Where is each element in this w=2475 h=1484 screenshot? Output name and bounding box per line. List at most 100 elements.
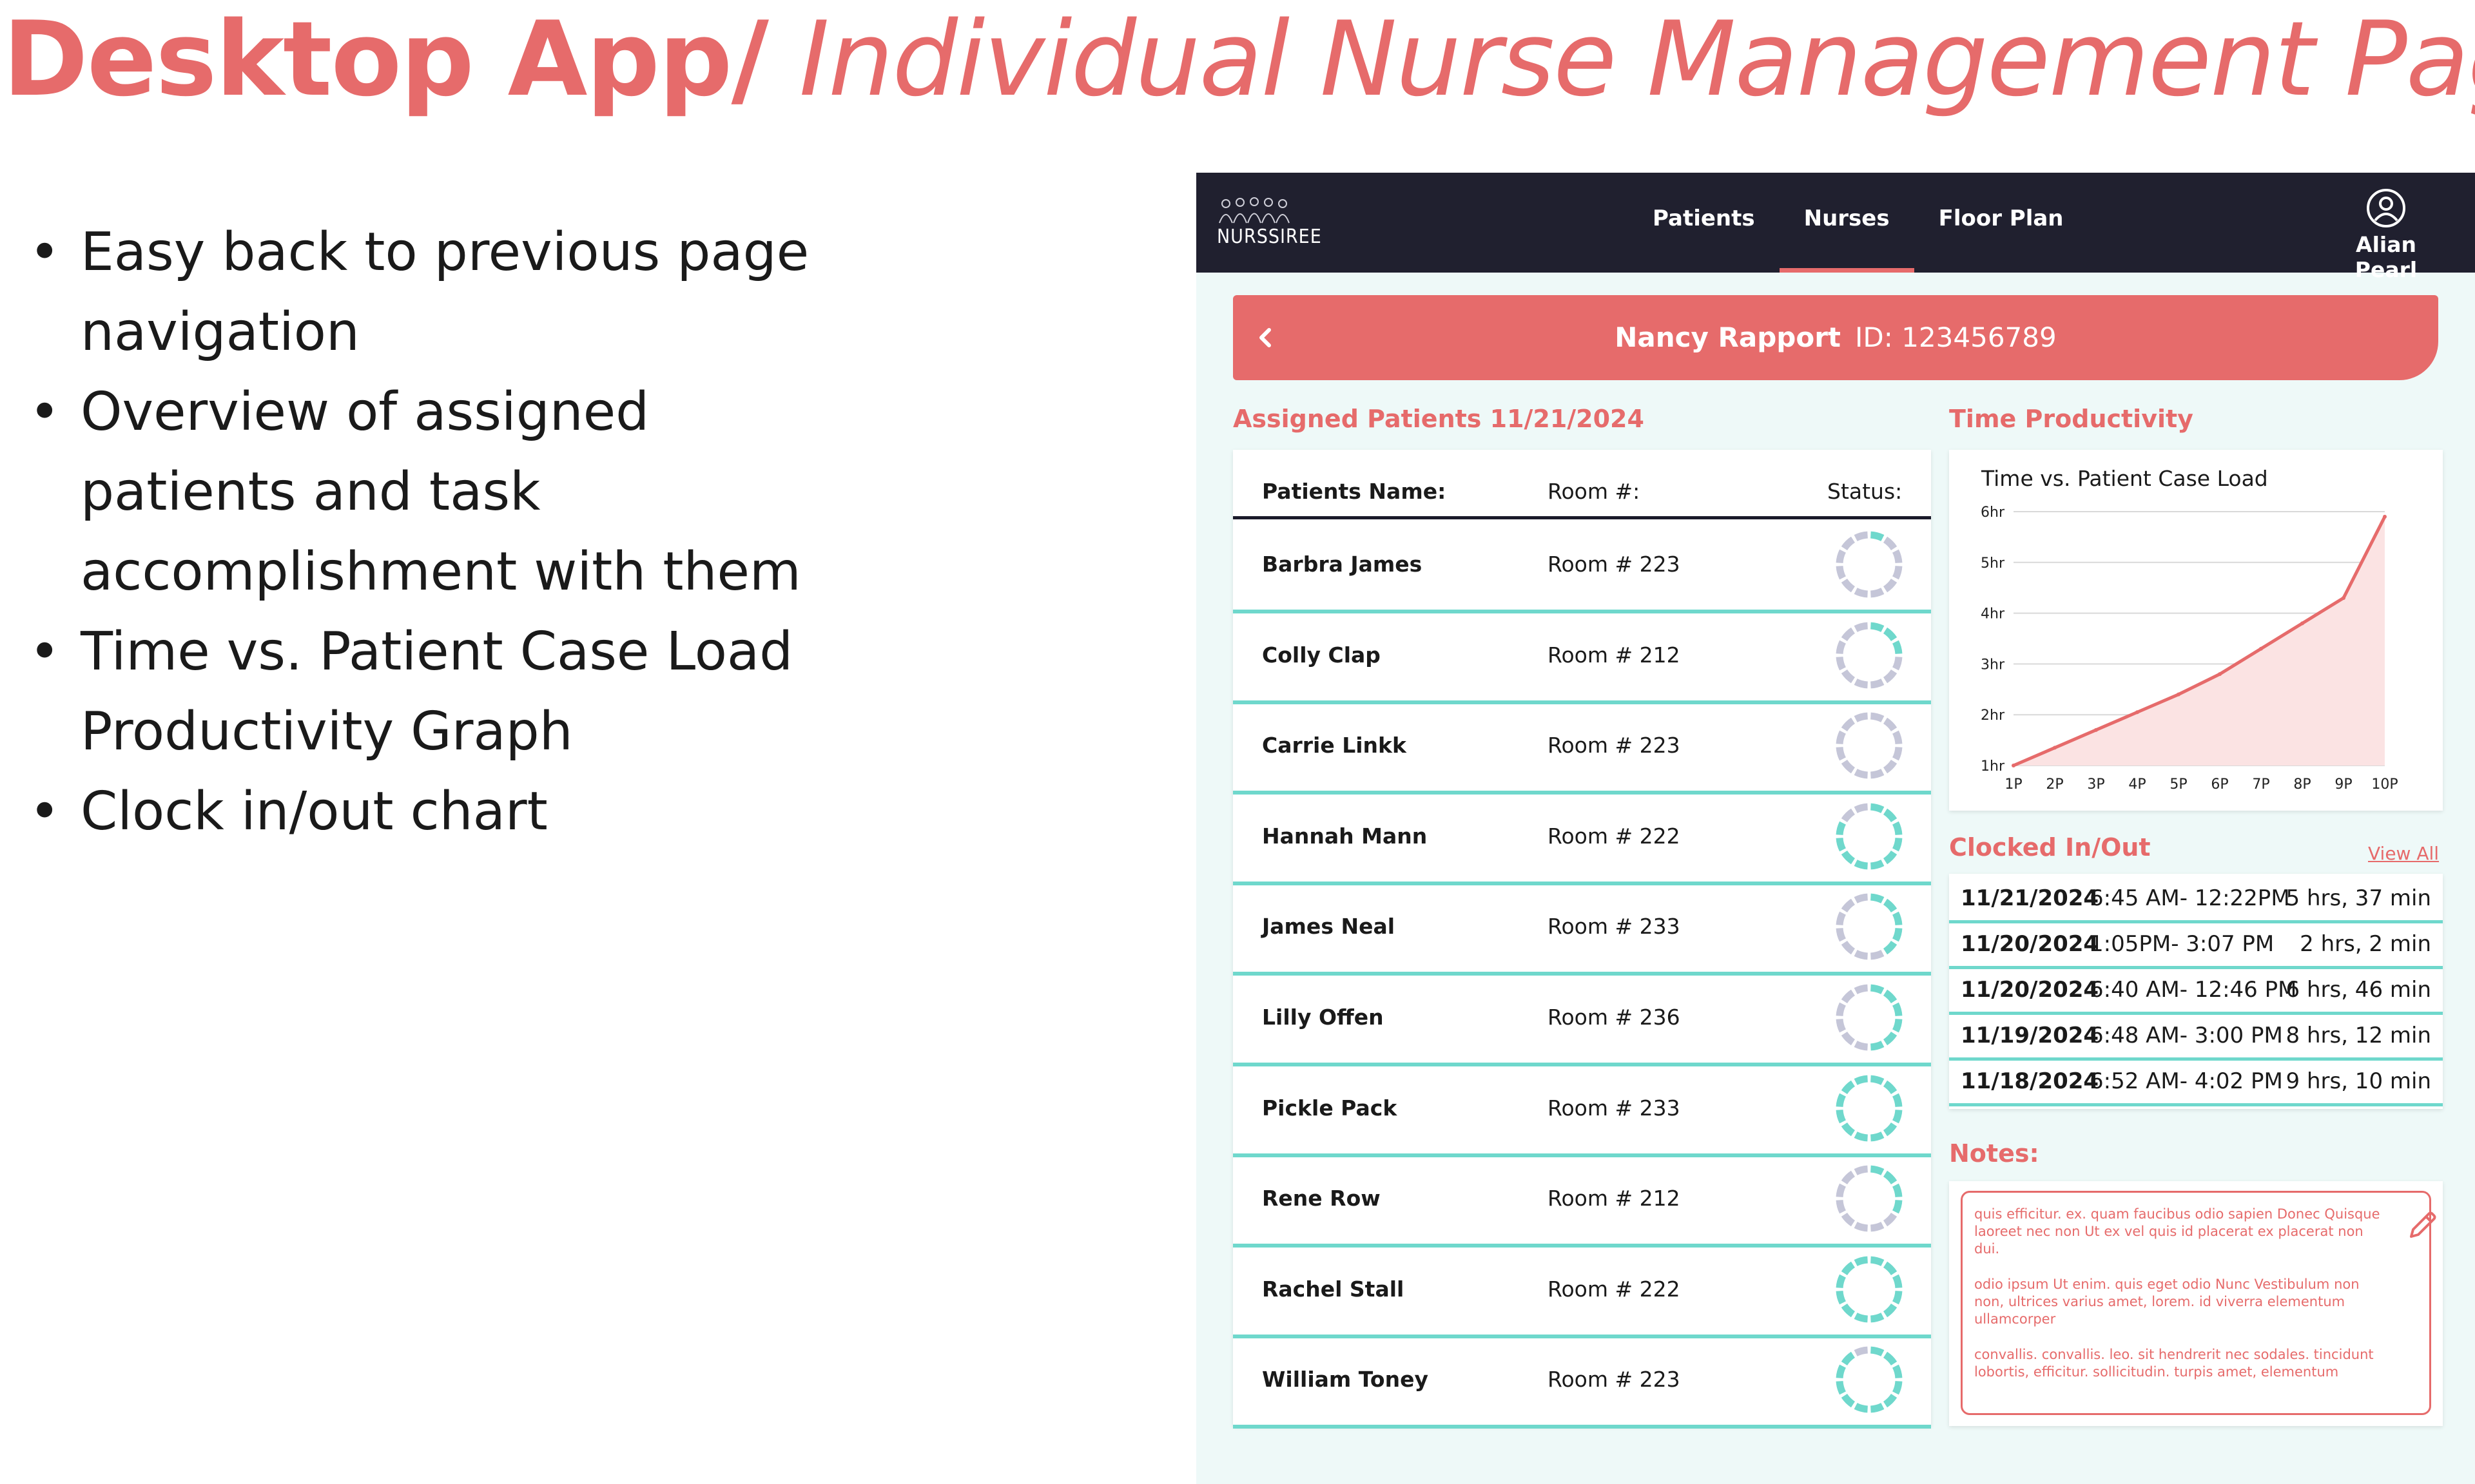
- status-segment: [1883, 1080, 1898, 1094]
- status-segment: [1854, 1165, 1868, 1176]
- pencil-icon[interactable]: [2406, 1208, 2440, 1242]
- nav-tab-floor-plan[interactable]: Floor Plan: [1914, 173, 2088, 273]
- y-tick-label: 3hr: [1981, 657, 2005, 673]
- status-segment: [1854, 1131, 1868, 1142]
- status-progress-ring: [1836, 1256, 1903, 1323]
- status-segment: [1883, 899, 1898, 913]
- status-segment: [1870, 950, 1885, 960]
- nav-tab-nurses[interactable]: Nurses: [1779, 173, 1914, 273]
- bullet-dot: •: [29, 781, 61, 842]
- patient-row[interactable]: Lilly Offen Room # 236: [1233, 972, 1931, 1066]
- status-segment: [1870, 678, 1885, 689]
- status-segment: [1836, 1002, 1847, 1017]
- status-segment: [1892, 1274, 1903, 1288]
- header-room: Room #:: [1548, 479, 1640, 504]
- view-all-link[interactable]: View All: [2368, 843, 2439, 864]
- status-segment: [1883, 808, 1898, 822]
- x-tick-label: 2P: [2046, 776, 2063, 793]
- patient-row[interactable]: Rachel Stall Room # 222: [1233, 1244, 1931, 1338]
- status-segment: [1870, 1403, 1885, 1413]
- status-segment: [1883, 1261, 1898, 1275]
- status-segment: [1854, 1256, 1868, 1266]
- status-segment: [1836, 928, 1847, 942]
- status-segment: [1836, 565, 1847, 580]
- nurse-identity: Nancy Rapport ID: 123456789: [1233, 295, 2438, 380]
- bullet-text: Overview of assigned patients and task a…: [81, 381, 801, 602]
- patient-name: Rachel Stall: [1262, 1276, 1404, 1302]
- status-segment: [1892, 1290, 1903, 1305]
- status-segment: [1841, 1261, 1856, 1275]
- status-segment: [1883, 1352, 1898, 1366]
- area-fill: [2014, 516, 2385, 766]
- status-segment: [1892, 1365, 1903, 1379]
- patient-row[interactable]: Barbra James Room # 223: [1233, 519, 1931, 613]
- patient-row[interactable]: Colly Clap Room # 212: [1233, 610, 1931, 704]
- nav-tab-patients[interactable]: Patients: [1628, 173, 1780, 273]
- bullet-item: • Overview of assigned patients and task …: [29, 372, 867, 612]
- patient-room: Room # 222: [1548, 823, 1680, 849]
- status-segment: [1870, 803, 1885, 813]
- status-segment: [1892, 1093, 1903, 1107]
- patient-row[interactable]: Hannah Mann Room # 222: [1233, 791, 1931, 885]
- status-segment: [1836, 821, 1847, 835]
- status-segment: [1883, 1394, 1898, 1408]
- notes-card: quis efficitur. ex. quam faucibus odio s…: [1949, 1181, 2443, 1426]
- x-tick-label: 4P: [2128, 776, 2146, 793]
- status-segment: [1883, 989, 1898, 1004]
- clock-time-range: 6:40 AM- 12:46 PM: [2090, 977, 2297, 1003]
- clock-time-range: 6:48 AM- 3:00 PM: [2090, 1023, 2283, 1048]
- notes-paragraph: convallis. convallis. leo. sit hendrerit…: [1974, 1347, 2374, 1380]
- clock-row: 11/18/2024 6:52 AM- 4:02 PM 9 hrs, 10 min: [1949, 1059, 2443, 1106]
- bullet-dot: •: [29, 621, 61, 682]
- patient-name: James Neal: [1262, 914, 1395, 940]
- status-progress-ring: [1836, 1165, 1903, 1232]
- table-header: Patients Name: Room #: Status:: [1233, 450, 1931, 519]
- status-segment: [1841, 1122, 1856, 1136]
- status-segment: [1836, 837, 1847, 852]
- bullet-text: Clock in/out chart: [81, 781, 548, 842]
- patient-name: Pickle Pack: [1262, 1095, 1397, 1121]
- clock-date: 11/18/2024: [1961, 1068, 2099, 1094]
- status-segment: [1883, 1213, 1898, 1227]
- patient-name: Colly Clap: [1262, 642, 1381, 668]
- patient-room: Room # 212: [1548, 1186, 1680, 1211]
- y-tick-label: 6hr: [1981, 505, 2005, 521]
- patient-name: Carrie Linkk: [1262, 733, 1406, 758]
- status-segment: [1870, 587, 1885, 598]
- app-logo[interactable]: NURSSIREE: [1217, 197, 1321, 249]
- patient-row[interactable]: William Toney Room # 223: [1233, 1335, 1931, 1429]
- status-segment: [1892, 928, 1903, 942]
- status-segment: [1892, 640, 1903, 654]
- status-segment: [1836, 1365, 1847, 1379]
- status-progress-ring: [1836, 803, 1903, 870]
- clock-row: 11/20/2024 6:40 AM- 12:46 PM 6 hrs, 46 min: [1949, 968, 2443, 1015]
- status-segment: [1892, 747, 1903, 761]
- status-segment: [1870, 893, 1885, 904]
- patient-row[interactable]: Rene Row Room # 212: [1233, 1153, 1931, 1248]
- status-segment: [1892, 821, 1903, 835]
- clock-log-table: 11/21/2024 6:45 AM- 12:22PM 5 hrs, 37 min 1…: [1949, 874, 2443, 1109]
- status-segment: [1854, 1312, 1868, 1323]
- assigned-patients-table: Patients Name: Room #: Status: Barbra Ja…: [1233, 450, 1931, 1429]
- bullet-text: Time vs. Patient Case Load Productivity …: [81, 621, 793, 762]
- status-segment: [1841, 1170, 1856, 1185]
- patient-row[interactable]: Carrie Linkk Room # 223: [1233, 700, 1931, 795]
- status-segment: [1854, 587, 1868, 598]
- nurse-header-banner: Nancy Rapport ID: 123456789: [1233, 295, 2438, 380]
- status-segment: [1854, 622, 1868, 632]
- status-segment: [1854, 893, 1868, 904]
- status-segment: [1854, 950, 1868, 960]
- patient-row[interactable]: Pickle Pack Room # 233: [1233, 1063, 1931, 1157]
- notes-paragraph: odio ipsum Ut enim. quis eget odio Nunc …: [1974, 1277, 2360, 1327]
- clock-row: 11/19/2024 6:48 AM- 3:00 PM 8 hrs, 12 min: [1949, 1014, 2443, 1061]
- patient-row[interactable]: James Neal Room # 233: [1233, 882, 1931, 976]
- status-segment: [1854, 803, 1868, 813]
- notes-text: quis efficitur. ex. quam faucibus odio s…: [1974, 1206, 2387, 1399]
- feature-bullet-list: • Easy back to previous page navigation •…: [29, 213, 867, 852]
- status-segment: [1841, 941, 1856, 955]
- slide-title: Desktop App/ Individual Nurse Management…: [3, 0, 2475, 124]
- status-segment: [1841, 1080, 1856, 1094]
- status-segment: [1841, 989, 1856, 1004]
- notes-textbox[interactable]: quis efficitur. ex. quam faucibus odio s…: [1961, 1191, 2436, 1415]
- user-menu[interactable]: Alian Pearl: [2322, 188, 2451, 282]
